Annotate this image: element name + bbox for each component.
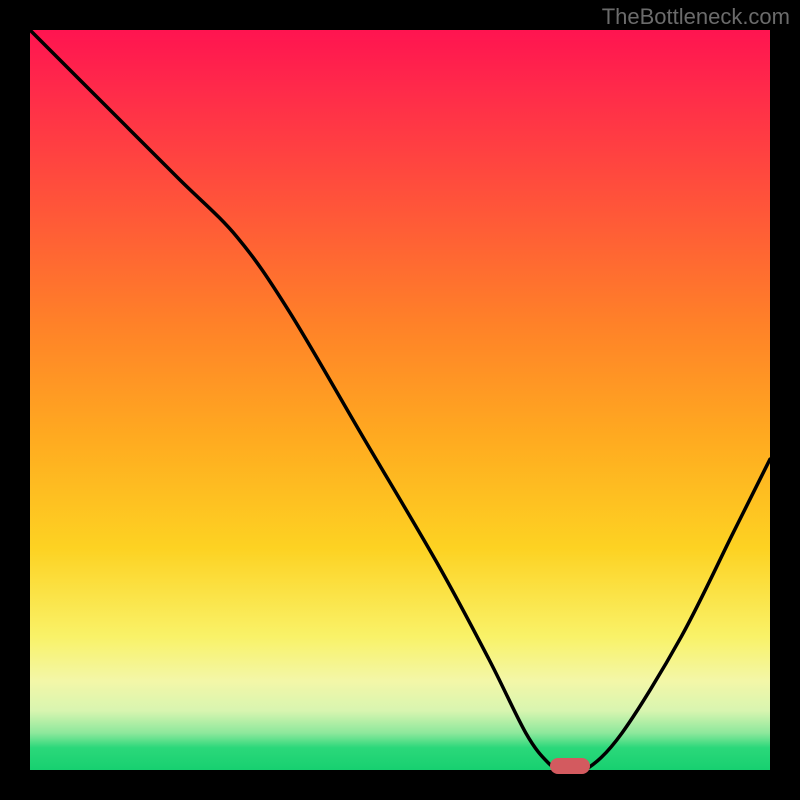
watermark-text: TheBottleneck.com bbox=[602, 4, 790, 30]
optimal-marker bbox=[550, 758, 590, 774]
plot-area bbox=[30, 30, 770, 770]
chart-container: TheBottleneck.com bbox=[0, 0, 800, 800]
bottleneck-curve bbox=[30, 30, 770, 770]
